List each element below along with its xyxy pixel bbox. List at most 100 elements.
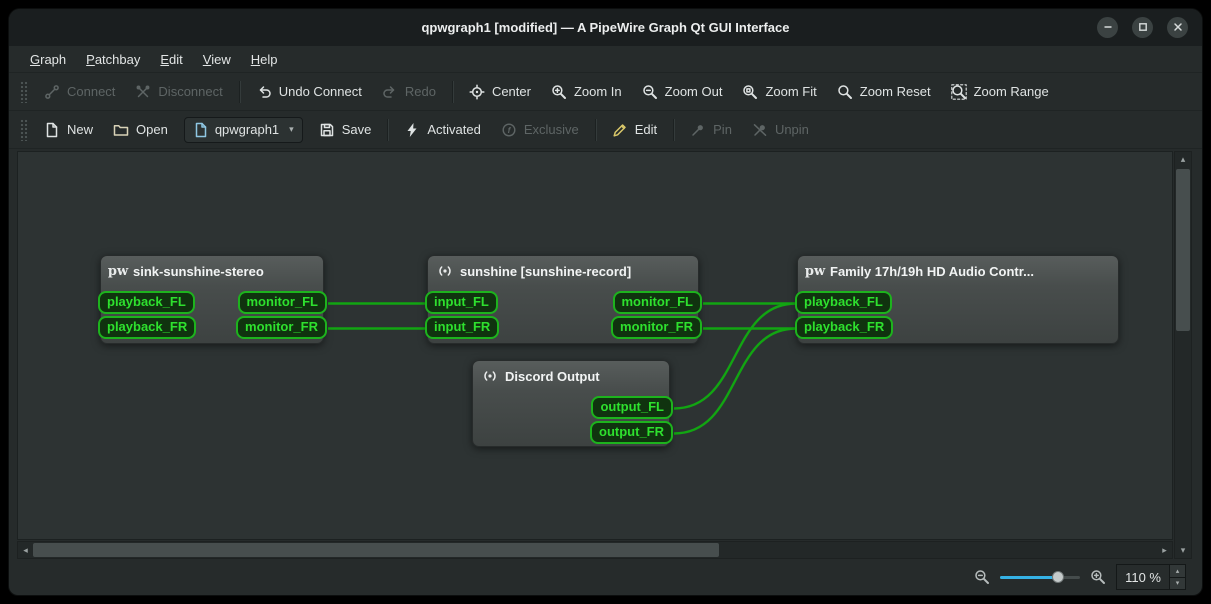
maximize-icon <box>1138 19 1148 37</box>
vertical-scrollbar[interactable]: ▴ ▾ <box>1174 151 1192 559</box>
port-input_FR[interactable]: input_FR <box>425 316 499 339</box>
horizontal-scroll-handle[interactable] <box>33 543 719 557</box>
pipewire-icon: pw <box>110 263 126 279</box>
redo-button: Redo <box>373 78 445 106</box>
new-icon <box>44 122 60 138</box>
port-playback_FR[interactable]: playback_FR <box>98 316 196 339</box>
exclusive-icon: f <box>501 122 517 138</box>
port-playback_FR[interactable]: playback_FR <box>795 316 893 339</box>
port-monitor_FL[interactable]: monitor_FL <box>238 291 328 314</box>
port-playback_FL[interactable]: playback_FL <box>795 291 892 314</box>
vertical-scroll-track[interactable] <box>1175 167 1191 543</box>
zoom-spin-down[interactable]: ▾ <box>1170 577 1185 590</box>
scroll-up-arrow[interactable]: ▴ <box>1175 152 1191 167</box>
toolbar-handle[interactable] <box>20 119 28 141</box>
patchbay-select[interactable]: qpwgraph1▾ <box>184 117 303 143</box>
menubar: GraphPatchbayEditViewHelp <box>9 46 1202 73</box>
connect-button: Connect <box>35 78 124 106</box>
scroll-right-arrow[interactable]: ▸ <box>1157 542 1172 558</box>
button-label: New <box>67 122 93 137</box>
zoom-range-button[interactable]: Zoom Range <box>942 78 1058 106</box>
menu-graph[interactable]: Graph <box>21 49 75 70</box>
port-playback_FL[interactable]: playback_FL <box>98 291 195 314</box>
scroll-left-arrow[interactable]: ◂ <box>18 542 33 558</box>
center-button[interactable]: Center <box>460 78 540 106</box>
pipewire-icon: pw <box>807 263 823 279</box>
node-sink-sunshine-stereo[interactable]: pwsink-sunshine-stereoplayback_FLplaybac… <box>100 255 324 344</box>
button-label: Zoom Out <box>665 84 723 99</box>
port-output_FR[interactable]: output_FR <box>590 421 673 444</box>
menu-edit[interactable]: Edit <box>151 49 191 70</box>
zoom-in-icon[interactable] <box>1090 569 1106 585</box>
audio-app-icon <box>482 368 498 384</box>
open-icon <box>113 122 129 138</box>
zoom-fit-icon <box>742 84 758 100</box>
zoom-spinbox[interactable]: 110 % ▴ ▾ <box>1116 564 1186 590</box>
connect-icon <box>44 84 60 100</box>
unpin-icon <box>752 122 768 138</box>
chevron-down-icon: ▾ <box>289 124 294 135</box>
button-label: Disconnect <box>158 84 222 99</box>
zoom-fit-button[interactable]: Zoom Fit <box>733 78 825 106</box>
port-monitor_FR[interactable]: monitor_FR <box>236 316 327 339</box>
button-label: Center <box>492 84 531 99</box>
horizontal-scrollbar[interactable]: ◂ ▸ <box>17 541 1173 559</box>
save-button[interactable]: Save <box>310 116 381 144</box>
port-input_FL[interactable]: input_FL <box>425 291 498 314</box>
activated-button[interactable]: Activated <box>395 116 489 144</box>
disconnect-icon <box>135 84 151 100</box>
toolbar-handle[interactable] <box>20 81 28 103</box>
undo-connect-button[interactable]: Undo Connect <box>247 78 371 106</box>
patchbay-file-icon <box>193 122 209 138</box>
port-output_FL[interactable]: output_FL <box>591 396 673 419</box>
zoom-in-button[interactable]: Zoom In <box>542 78 631 106</box>
audio-app-icon <box>437 263 453 279</box>
undo-icon <box>256 84 272 100</box>
button-label: Exclusive <box>524 122 579 137</box>
maximize-button[interactable] <box>1132 17 1153 38</box>
vertical-scroll-handle[interactable] <box>1176 169 1190 331</box>
graph-canvas[interactable]: pwsink-sunshine-stereoplayback_FLplaybac… <box>17 151 1173 540</box>
button-label: Zoom In <box>574 84 622 99</box>
zoom-out-button[interactable]: Zoom Out <box>633 78 732 106</box>
button-label: Open <box>136 122 168 137</box>
titlebar[interactable]: qpwgraph1 [modified] — A PipeWire Graph … <box>9 9 1202 46</box>
connection-wire[interactable] <box>674 329 796 434</box>
unpin-button: Unpin <box>743 116 818 144</box>
node-discord-output[interactable]: Discord Outputoutput_FLoutput_FR <box>472 360 670 447</box>
zoom-reset-button[interactable]: Zoom Reset <box>828 78 940 106</box>
open-button[interactable]: Open <box>104 116 177 144</box>
canvas-area: pwsink-sunshine-stereoplayback_FLplaybac… <box>17 151 1192 559</box>
menu-help[interactable]: Help <box>242 49 287 70</box>
node-sunshine[interactable]: sunshine [sunshine-record]input_FLinput_… <box>427 255 699 344</box>
button-label: Unpin <box>775 122 809 137</box>
zoom-slider[interactable] <box>1000 569 1080 585</box>
button-label: Zoom Fit <box>765 84 816 99</box>
scroll-down-arrow[interactable]: ▾ <box>1175 543 1191 558</box>
port-monitor_FR[interactable]: monitor_FR <box>611 316 702 339</box>
zoom-spin-buttons: ▴ ▾ <box>1169 565 1185 589</box>
zoom-reset-icon <box>837 84 853 100</box>
minimize-icon <box>1103 19 1113 37</box>
button-label: Redo <box>405 84 436 99</box>
close-icon <box>1173 19 1183 37</box>
redo-icon <box>382 84 398 100</box>
close-button[interactable] <box>1167 17 1188 38</box>
menu-patchbay[interactable]: Patchbay <box>77 49 149 70</box>
node-family-audio[interactable]: pwFamily 17h/19h HD Audio Contr... playba… <box>797 255 1119 344</box>
horizontal-scroll-track[interactable] <box>33 542 1157 558</box>
button-label: Edit <box>635 122 657 137</box>
pipewire-glyph: pw <box>805 265 825 278</box>
zoom-out-icon[interactable] <box>974 569 990 585</box>
zoom-spin-up[interactable]: ▴ <box>1170 565 1185 577</box>
port-monitor_FL[interactable]: monitor_FL <box>613 291 703 314</box>
menu-view[interactable]: View <box>194 49 240 70</box>
edit-button[interactable]: Edit <box>603 116 666 144</box>
new-button[interactable]: New <box>35 116 102 144</box>
minimize-button[interactable] <box>1097 17 1118 38</box>
node-header: pwFamily 17h/19h HD Audio Contr... <box>798 256 1118 284</box>
zoom-slider-handle[interactable] <box>1052 571 1064 583</box>
button-label: Activated <box>427 122 480 137</box>
app-window: qpwgraph1 [modified] — A PipeWire Graph … <box>8 8 1203 596</box>
zoom-range-icon <box>951 84 967 100</box>
